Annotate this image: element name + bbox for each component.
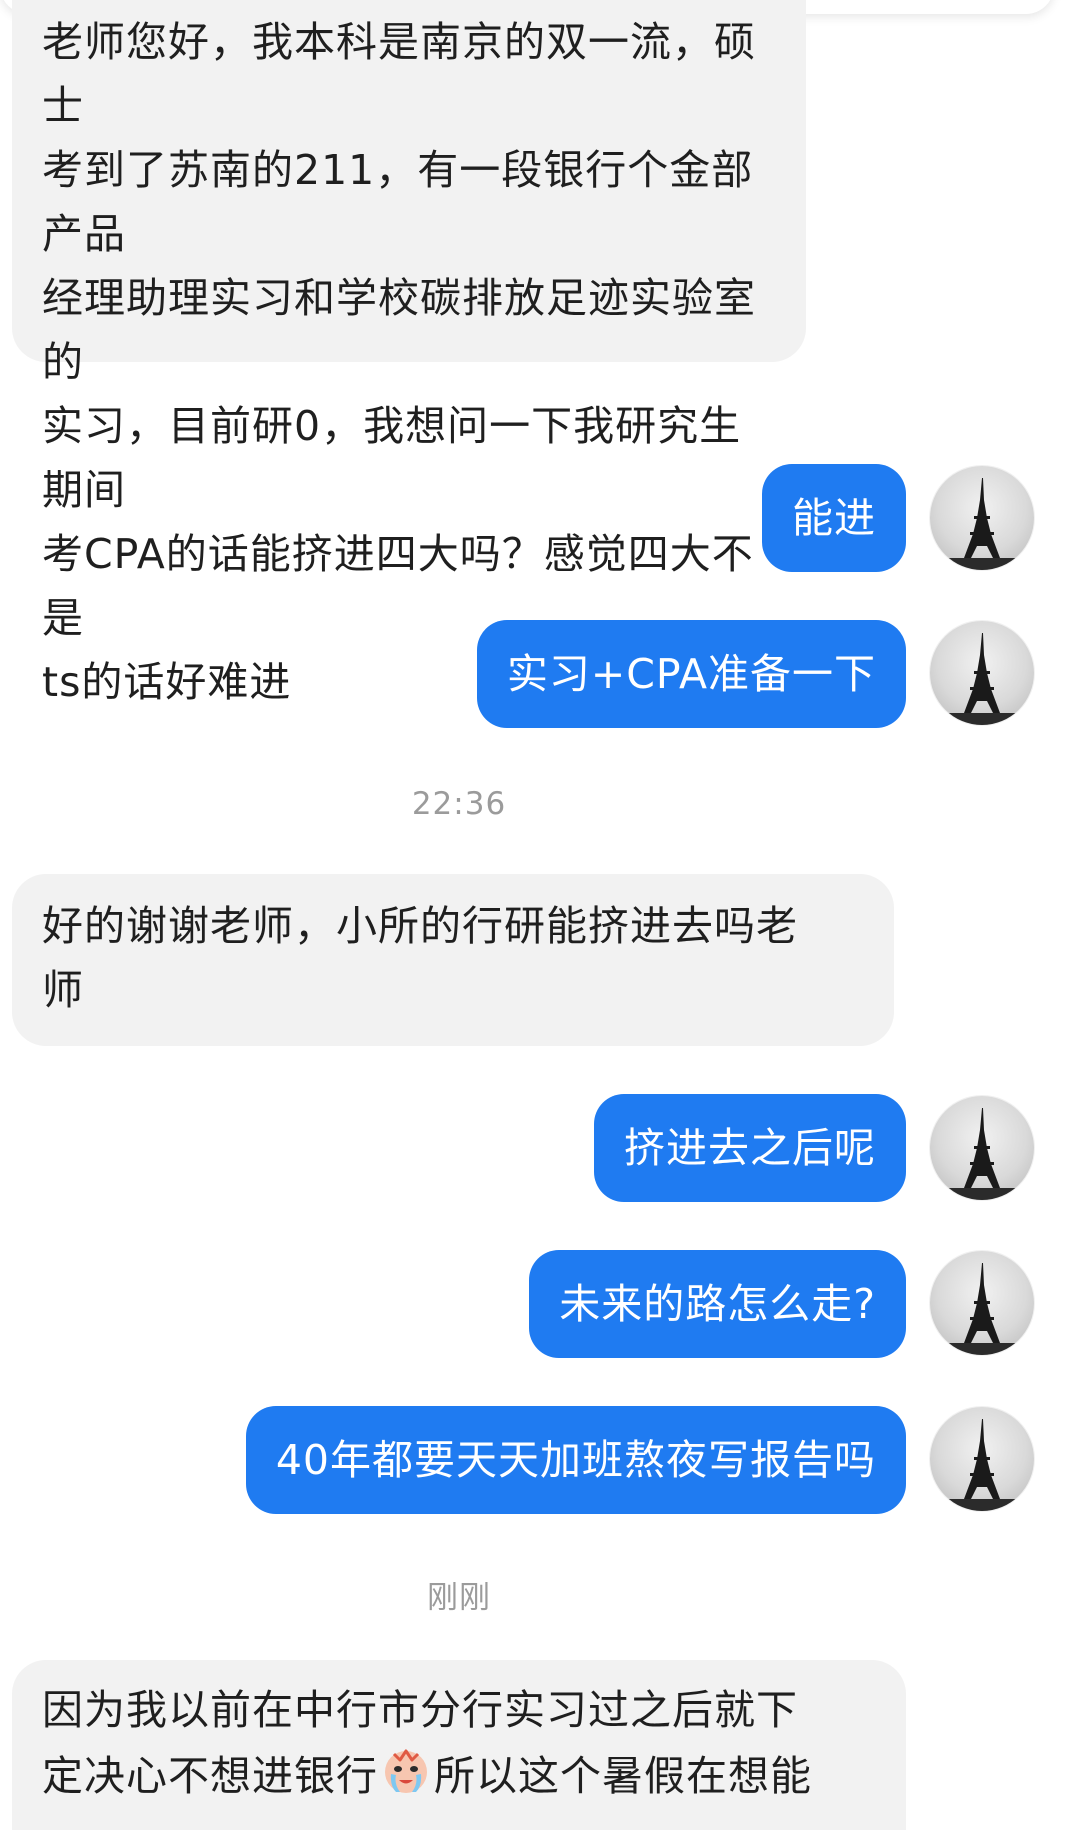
incoming-message-bubble[interactable]: 老师您好，我本科是南京的双一流，硕士 考到了苏南的211，有一段银行个金部产品 … [12,0,806,706]
eiffel-tower-icon [930,1263,1034,1355]
message-line: 老师您好，我本科是南京的双一流，硕士 [42,18,756,130]
crying-emoji-icon [378,1742,434,1798]
timestamp: 刚刚 [427,1580,491,1616]
avatar[interactable] [930,1251,1034,1355]
eiffel-tower-icon [930,1108,1034,1200]
eiffel-tower-icon [930,633,1034,725]
message-text: 实习+CPA准备一下 [506,650,876,698]
outgoing-message-bubble[interactable]: 挤进去之后呢 [594,1094,906,1202]
message-text: 能进 [792,494,876,542]
outgoing-message-bubble[interactable]: 未来的路怎么走? [529,1250,906,1358]
message-text: 40年都要天天加班熬夜写报告吗 [275,1436,876,1484]
eiffel-tower-icon [930,1419,1034,1511]
timestamp: 22:36 [411,786,507,822]
message-line: 考到了苏南的211，有一段银行个金部产品 [42,146,754,258]
message-line: 实习，目前研0，我想问一下我研究生期间 [42,402,742,514]
message-line: 好的谢谢老师，小所的行研能挤进去吗老 [42,902,798,950]
message-text: 未来的路怎么走? [559,1280,876,1328]
message-line: 因为我以前在中行市分行实习过之后就下 [42,1686,798,1734]
message-text: 所以这个暑假在想能 [434,1752,812,1800]
outgoing-message-bubble[interactable]: 能进 [762,464,906,572]
avatar[interactable] [930,466,1034,570]
message-text: 挤进去之后呢 [624,1124,876,1172]
incoming-message-bubble[interactable]: 好的谢谢老师，小所的行研能挤进去吗老 师 [12,874,894,1046]
outgoing-message-bubble[interactable]: 40年都要天天加班熬夜写报告吗 [245,1406,906,1514]
outgoing-message-bubble[interactable]: 实习+CPA准备一下 [476,620,906,728]
message-text: 定决心不想进银行 [42,1752,378,1800]
avatar[interactable] [930,1096,1034,1200]
message-line: 经理助理实习和学校碳排放足迹实验室的 [42,274,756,386]
eiffel-tower-icon [930,478,1034,570]
avatar[interactable] [930,1407,1034,1511]
message-line: 定决心不想进银行 所以这个暑假在想能 [42,1742,876,1808]
message-line: 师 [42,966,84,1014]
avatar[interactable] [930,621,1034,725]
incoming-message-bubble[interactable]: 因为我以前在中行市分行实习过之后就下 定决心不想进银行 所以这个暑假在想能 [12,1660,906,1830]
